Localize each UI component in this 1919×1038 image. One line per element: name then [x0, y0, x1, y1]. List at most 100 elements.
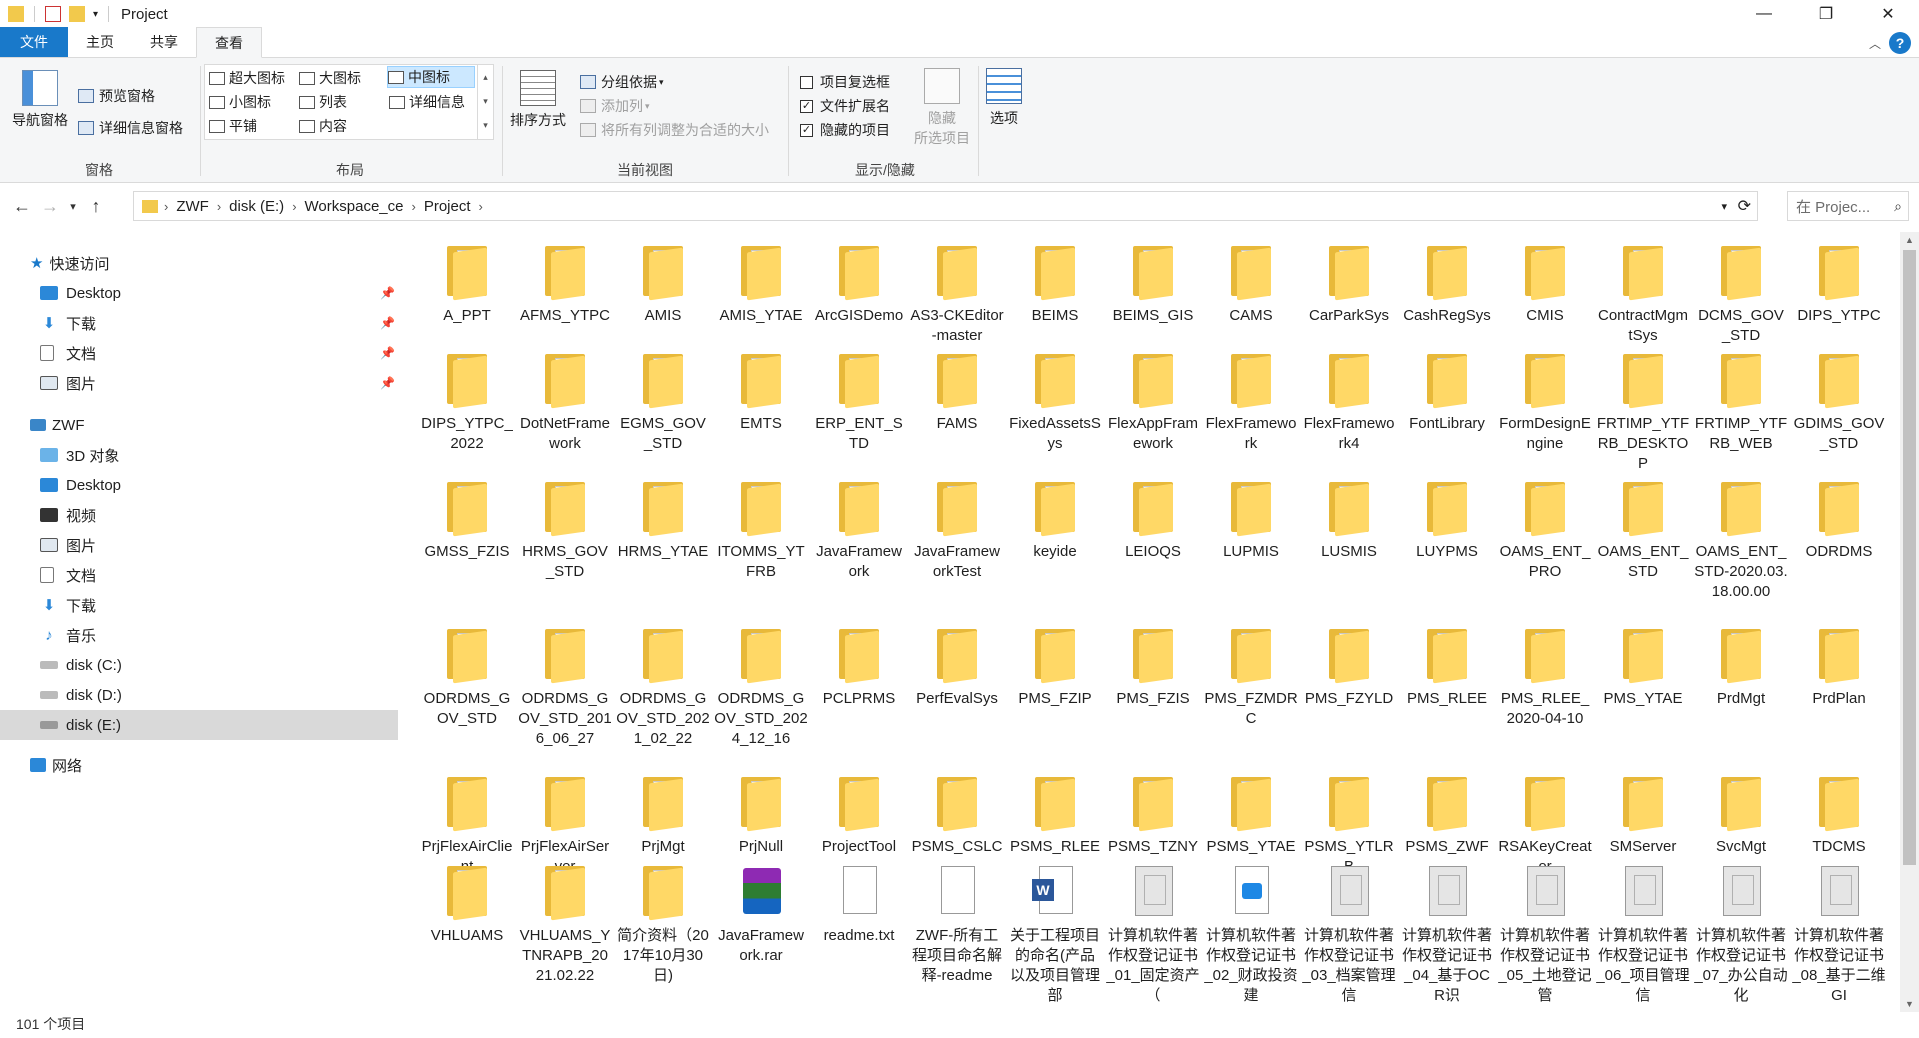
folder-item[interactable]: DotNetFramework: [518, 352, 612, 454]
pin-icon[interactable]: 📌: [380, 286, 395, 300]
file-item[interactable]: 计算机软件著作权登记证书_01_固定资产（: [1106, 864, 1200, 1006]
folder-item[interactable]: PrjNull: [714, 775, 808, 857]
file-item[interactable]: 关于工程项目的命名(产品以及项目管理部: [1008, 864, 1102, 1006]
pin-icon[interactable]: 📌: [380, 376, 395, 390]
chevron-right-icon[interactable]: ›: [164, 199, 168, 214]
folder-item[interactable]: FlexFramework4: [1302, 352, 1396, 454]
folder-item[interactable]: DCMS_GOV_STD: [1694, 244, 1788, 346]
folder-item[interactable]: CMIS: [1498, 244, 1592, 326]
pin-icon[interactable]: 📌: [380, 346, 395, 360]
folder-item[interactable]: LUPMIS: [1204, 480, 1298, 562]
nav-quick-downloads[interactable]: ⬇ 下载: [40, 308, 96, 338]
folder-item[interactable]: VHLUAMS_YTNRAPB_2021.02.22: [518, 864, 612, 986]
nav-network[interactable]: 网络: [30, 750, 82, 780]
folder-item[interactable]: ODRDMS_GOV_STD_2024_12_16: [714, 627, 808, 749]
folder-item[interactable]: ODRDMS_GOV_STD_2021_02_22: [616, 627, 710, 749]
folder-item[interactable]: PrjMgt: [616, 775, 710, 857]
nav-downloads[interactable]: ⬇ 下载: [40, 590, 96, 620]
nav-disk-c[interactable]: disk (C:): [40, 650, 122, 680]
folder-item[interactable]: PMS_FZIP: [1008, 627, 1102, 709]
folder-item[interactable]: JavaFramework: [812, 480, 906, 582]
address-bar[interactable]: › ZWF › disk (E:) › Workspace_ce › Proje…: [133, 191, 1758, 221]
folder-item[interactable]: AFMS_YTPC: [518, 244, 612, 326]
folder-item[interactable]: TDCMS: [1792, 775, 1886, 857]
layout-content[interactable]: 内容: [299, 115, 347, 137]
layout-more-icon[interactable]: ▴ ▾ ▾: [477, 65, 493, 139]
folder-item[interactable]: PrdPlan: [1792, 627, 1886, 709]
address-dropdown-icon[interactable]: ▾: [1721, 200, 1727, 213]
folder-item[interactable]: PSMS_RLEE: [1008, 775, 1102, 857]
layout-list[interactable]: 列表: [299, 91, 347, 113]
nav-documents[interactable]: 文档: [40, 560, 96, 590]
vertical-scrollbar[interactable]: ▲ ▼: [1900, 232, 1919, 1012]
folder-item[interactable]: LUYPMS: [1400, 480, 1494, 562]
folder-item[interactable]: FRTIMP_YTFRB_WEB: [1694, 352, 1788, 454]
folder-item[interactable]: FlexFramework: [1204, 352, 1298, 454]
file-item[interactable]: 计算机软件著作权登记证书_08_基于二维GI: [1792, 864, 1886, 1006]
folder-item[interactable]: PMS_RLEE: [1400, 627, 1494, 709]
minimize-button[interactable]: —: [1733, 0, 1795, 28]
sort-button[interactable]: 排序方式: [510, 70, 566, 130]
folder-item[interactable]: PrdMgt: [1694, 627, 1788, 709]
folder-item[interactable]: PMS_FZYLD: [1302, 627, 1396, 709]
folder-item[interactable]: ODRDMS_GOV_STD_2016_06_27: [518, 627, 612, 749]
folder-item[interactable]: LUSMIS: [1302, 480, 1396, 562]
folder-item[interactable]: ITOMMS_YTFRB: [714, 480, 808, 582]
folder-item[interactable]: CAMS: [1204, 244, 1298, 326]
folder-item[interactable]: AMIS_YTAE: [714, 244, 808, 326]
file-item[interactable]: 计算机软件著作权登记证书_02_财政投资建: [1204, 864, 1298, 1006]
nav-music[interactable]: ♪ 音乐: [40, 620, 96, 650]
folder-item[interactable]: PMS_FZMDRC: [1204, 627, 1298, 729]
file-item[interactable]: 计算机软件著作权登记证书_05_土地登记管: [1498, 864, 1592, 1006]
recent-locations-icon[interactable]: ▾: [64, 192, 82, 220]
scroll-thumb[interactable]: [1903, 250, 1916, 865]
nav-quick-pictures[interactable]: 图片: [40, 368, 96, 398]
folder-item[interactable]: EGMS_GOV_STD: [616, 352, 710, 454]
item-checkboxes-toggle[interactable]: 项目复选框: [800, 72, 890, 92]
back-button[interactable]: ←: [8, 192, 36, 220]
folder-item[interactable]: ERP_ENT_STD: [812, 352, 906, 454]
folder-item[interactable]: SMServer: [1596, 775, 1690, 857]
customize-qa-icon[interactable]: ▾: [93, 9, 98, 20]
layout-large-icons[interactable]: 大图标: [299, 67, 361, 89]
folder-item[interactable]: ODRDMS: [1792, 480, 1886, 562]
close-button[interactable]: ✕: [1857, 0, 1919, 28]
file-item[interactable]: 计算机软件著作权登记证书_04_基于OCR识: [1400, 864, 1494, 1006]
nav-disk-d[interactable]: disk (D:): [40, 680, 122, 710]
file-item[interactable]: 计算机软件著作权登记证书_07_办公自动化: [1694, 864, 1788, 1006]
breadcrumb-item[interactable]: disk (E:): [229, 198, 284, 215]
folder-item[interactable]: CarParkSys: [1302, 244, 1396, 326]
layout-medium-icons[interactable]: 中图标: [387, 66, 475, 88]
folder-item[interactable]: SvcMgt: [1694, 775, 1788, 857]
folder-item[interactable]: FormDesignEngine: [1498, 352, 1592, 454]
breadcrumb-item[interactable]: Workspace_ce: [305, 198, 404, 215]
nav-pictures[interactable]: 图片: [40, 530, 96, 560]
up-button[interactable]: ↑: [82, 192, 110, 220]
properties-icon[interactable]: [45, 6, 61, 22]
tab-file[interactable]: 文件: [0, 27, 68, 57]
layout-details[interactable]: 详细信息: [389, 91, 465, 113]
folder-item[interactable]: 简介资料（2017年10月30日): [616, 864, 710, 986]
nav-this-pc[interactable]: ZWF: [30, 410, 84, 440]
folder-item[interactable]: GMSS_FZIS: [420, 480, 514, 562]
folder-item[interactable]: PerfEvalSys: [910, 627, 1004, 709]
layout-extra-large-icons[interactable]: 超大图标: [209, 67, 285, 89]
folder-item[interactable]: AMIS: [616, 244, 710, 326]
folder-item[interactable]: ArcGISDemo: [812, 244, 906, 326]
breadcrumb-item[interactable]: Project: [424, 198, 471, 215]
folder-item[interactable]: FlexAppFramework: [1106, 352, 1200, 454]
hidden-items-toggle[interactable]: ✓ 隐藏的项目: [800, 120, 890, 140]
folder-item[interactable]: DIPS_YTPC: [1792, 244, 1886, 326]
folder-item[interactable]: ProjectTool: [812, 775, 906, 857]
folder-item[interactable]: PSMS_ZWF: [1400, 775, 1494, 857]
folder-item[interactable]: PrjFlexAirServer: [518, 775, 612, 877]
hide-selected-button[interactable]: 隐藏 所选项目: [914, 68, 970, 148]
file-item[interactable]: 计算机软件著作权登记证书_03_档案管理信: [1302, 864, 1396, 1006]
nav-quick-documents[interactable]: 文档: [40, 338, 96, 368]
folder-item[interactable]: OAMS_ENT_STD: [1596, 480, 1690, 582]
tab-home[interactable]: 主页: [68, 27, 132, 57]
folder-item[interactable]: PMS_FZIS: [1106, 627, 1200, 709]
folder-item[interactable]: CashRegSys: [1400, 244, 1494, 326]
file-item[interactable]: JavaFramework.rar: [714, 864, 808, 966]
folder-item[interactable]: VHLUAMS: [420, 864, 514, 946]
